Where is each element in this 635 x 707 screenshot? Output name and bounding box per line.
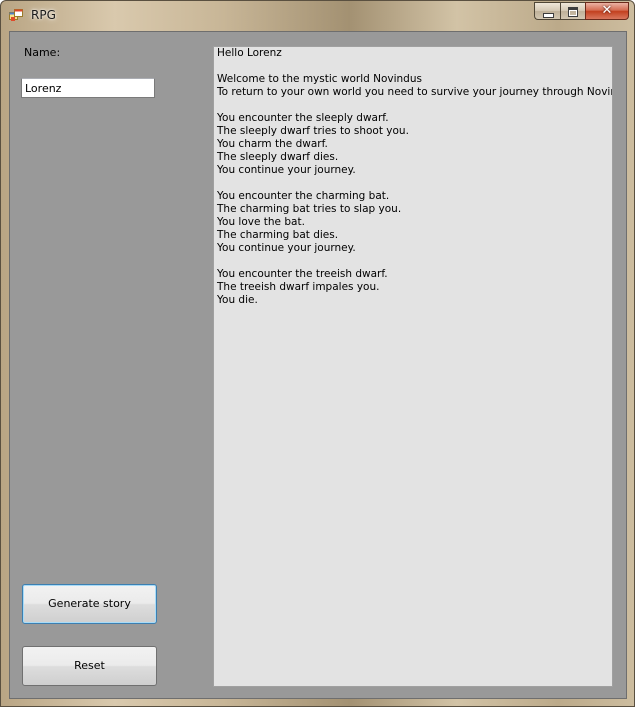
generate-story-button[interactable]: Generate story [22,584,157,624]
story-line: Welcome to the mystic world Novindus [217,73,422,85]
maximize-button[interactable] [560,2,585,20]
form-client-area: Name: Hello Lorenz Welcome to the mystic … [9,31,627,699]
story-line [217,60,609,73]
minimize-icon [543,13,554,18]
story-line: The charming bat tries to slap you. [217,203,402,215]
story-line: You encounter the sleeply dwarf. [217,112,389,124]
story-line: You encounter the charming bat. [217,190,390,202]
story-line: The sleeply dwarf tries to shoot you. [217,125,409,137]
name-label: Name: [24,46,61,59]
name-input[interactable] [21,78,155,98]
maximize-icon [568,7,578,17]
story-textbox[interactable]: Hello Lorenz Welcome to the mystic world … [213,46,613,687]
story-line: You charm the dwarf. [217,138,328,150]
minimize-button[interactable] [534,2,560,20]
window-title: RPG [31,8,56,22]
rpg-window: RPG ✕ Name: Hello Lorenz Welcome to the m… [0,0,635,707]
story-line: To return to your own world you need to … [217,86,613,98]
story-line: You continue your journey. [217,164,356,176]
close-icon: ✕ [601,3,613,18]
story-line: The sleeply dwarf dies. [217,151,339,163]
story-line: You continue your journey. [217,242,356,254]
story-line: You die. [217,294,258,306]
app-window-icon [9,9,23,21]
story-line [217,255,609,268]
story-line: Hello Lorenz [217,47,282,59]
close-button[interactable]: ✕ [585,2,629,20]
story-line: You love the bat. [217,216,305,228]
story-line: The treeish dwarf impales you. [217,281,380,293]
title-bar[interactable]: RPG ✕ [1,1,634,30]
story-line [217,177,609,190]
story-lines: Hello Lorenz Welcome to the mystic world … [217,47,613,307]
story-line: The charming bat dies. [217,229,339,241]
story-line [217,99,609,112]
caption-buttons: ✕ [534,2,629,21]
reset-button[interactable]: Reset [22,646,157,686]
story-line: You encounter the treeish dwarf. [217,268,388,280]
